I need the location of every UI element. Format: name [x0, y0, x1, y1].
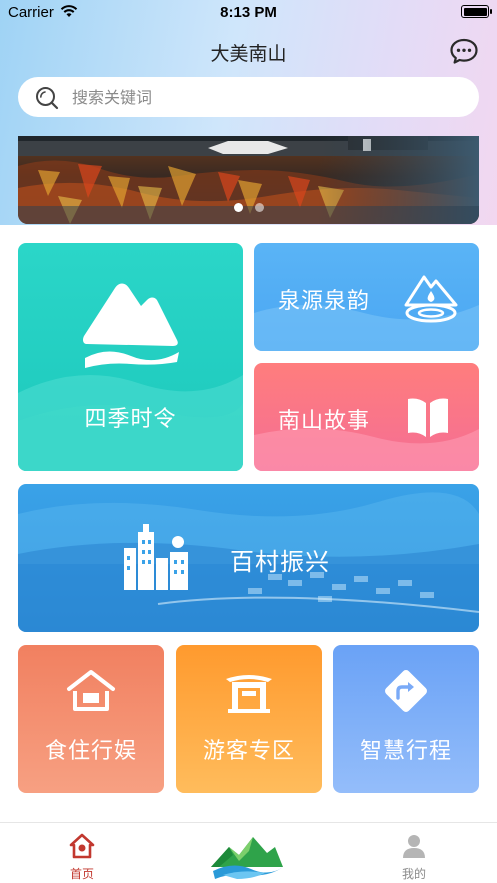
tourist-card-label: 游客专区	[202, 739, 295, 764]
temple-gate-icon	[226, 675, 272, 713]
tourist-card[interactable]: 游客专区	[176, 645, 322, 793]
book-icon	[408, 398, 448, 437]
tab-home-label: 首页	[69, 867, 94, 881]
trip-card-label: 智慧行程	[359, 739, 452, 764]
carousel-dot-2[interactable]	[254, 203, 264, 212]
chat-bubble-icon[interactable]	[449, 37, 479, 65]
status-bar: Carrier 8:13 PM	[0, 0, 497, 26]
story-card[interactable]: 南山故事	[254, 363, 479, 471]
nanshan-logo-icon	[211, 837, 283, 879]
food-card[interactable]: 食住行娱	[18, 645, 164, 793]
story-card-label: 南山故事	[278, 409, 371, 434]
search-icon	[36, 87, 59, 110]
status-time: 8:13 PM	[220, 4, 277, 21]
home-icon	[69, 833, 95, 859]
page-title: 大美南山	[210, 43, 287, 65]
mountain-wave-icon	[83, 283, 179, 368]
center-logo[interactable]	[209, 833, 285, 881]
tab-mine[interactable]: 我的	[354, 823, 474, 883]
food-card-label: 食住行娱	[44, 739, 137, 764]
tab-bar: 首页 我的	[0, 822, 497, 883]
tab-home[interactable]: 首页	[22, 823, 142, 883]
search-input[interactable]	[72, 77, 452, 117]
spring-card-label: 泉源泉韵	[278, 289, 371, 314]
house-icon	[67, 670, 115, 711]
village-card-label: 百村振兴	[230, 548, 330, 576]
village-card[interactable]: 百村振兴	[18, 484, 479, 632]
trip-card[interactable]: 智慧行程	[333, 645, 479, 793]
battery-icon	[461, 5, 492, 18]
spring-card[interactable]: 泉源泉韵	[254, 243, 479, 351]
carousel-dots	[18, 203, 479, 212]
direction-sign-icon	[385, 670, 427, 712]
tab-mine-label: 我的	[401, 867, 426, 881]
search-bar[interactable]	[18, 77, 479, 117]
user-profile-icon	[403, 835, 425, 858]
carousel-dot-1[interactable]	[233, 203, 243, 212]
banner-carousel[interactable]	[18, 136, 479, 224]
seasons-card-label: 四季时令	[84, 407, 177, 432]
spring-water-icon	[404, 275, 458, 323]
seasons-card[interactable]: 四季时令	[18, 243, 243, 471]
city-buildings-icon	[124, 524, 188, 590]
